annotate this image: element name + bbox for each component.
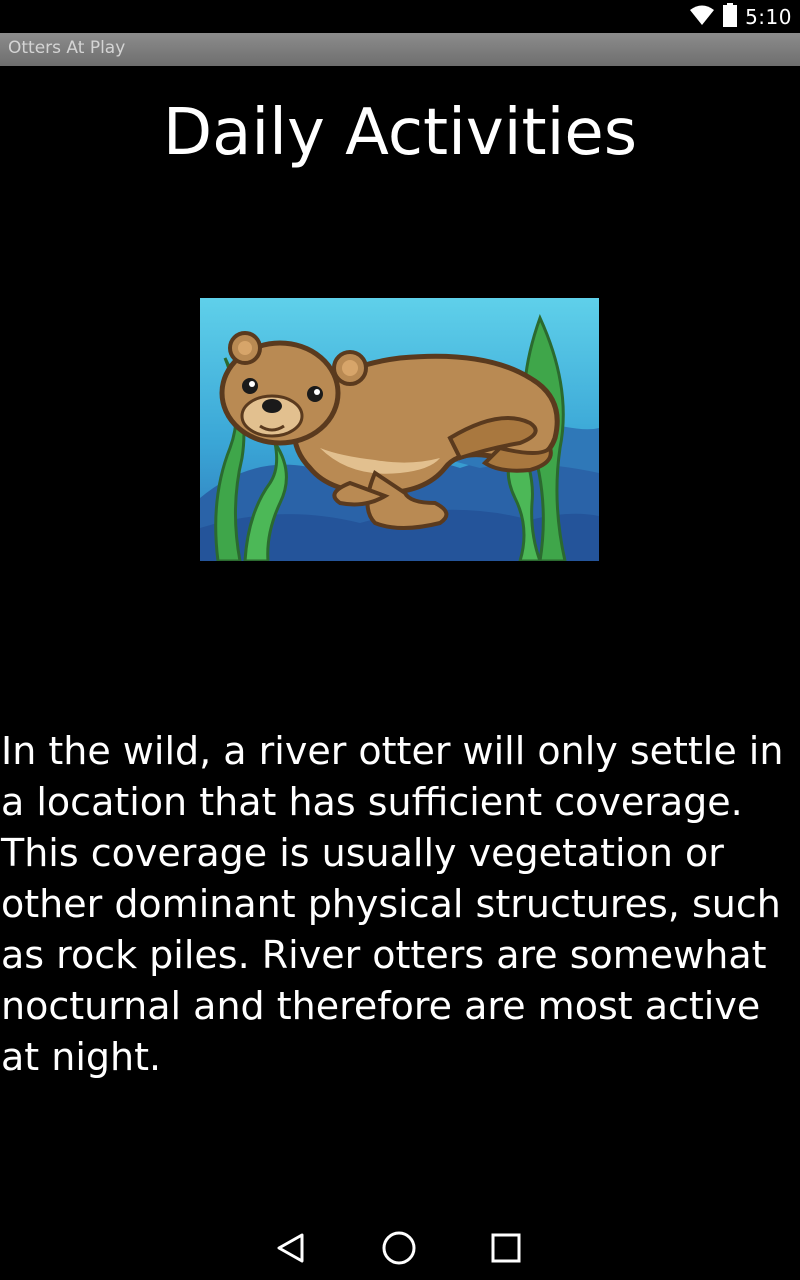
back-button[interactable] — [269, 1228, 313, 1272]
page-heading: Daily Activities — [162, 96, 638, 170]
app-title-bar: Otters At Play — [0, 33, 800, 66]
screen: 5:10 Otters At Play Daily Activities In … — [0, 0, 800, 1280]
back-icon — [275, 1232, 307, 1269]
app-title: Otters At Play — [8, 38, 126, 58]
body-paragraph: In the wild, a river otter will only set… — [1, 729, 784, 1079]
otter-illustration — [200, 298, 599, 563]
wifi-icon — [689, 4, 715, 31]
status-time: 5:10 — [745, 5, 792, 29]
battery-icon — [723, 2, 738, 32]
navigation-bar — [0, 1216, 800, 1280]
recents-button[interactable] — [484, 1228, 528, 1272]
home-icon — [381, 1230, 417, 1271]
home-button[interactable] — [377, 1228, 421, 1272]
status-bar: 5:10 — [0, 0, 800, 33]
status-icons: 5:10 — [689, 2, 792, 32]
recents-icon — [490, 1232, 522, 1269]
